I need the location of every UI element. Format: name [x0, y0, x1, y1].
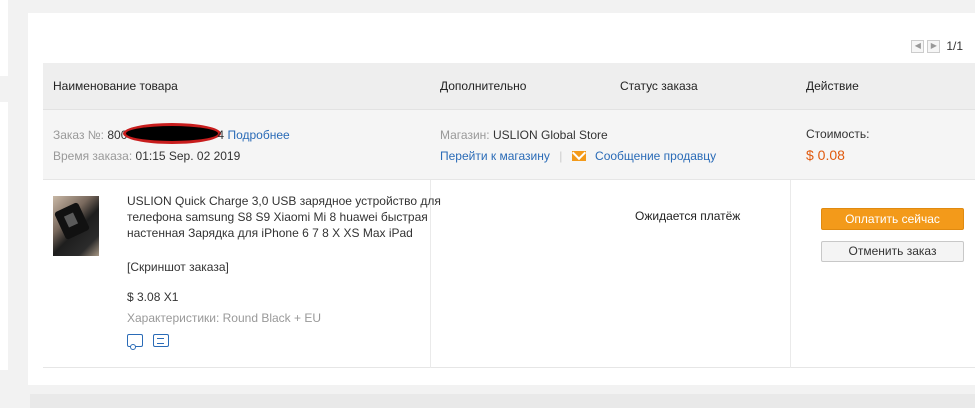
divider: [790, 180, 791, 368]
order-number-label: Заказ №:: [53, 128, 105, 143]
order-details-link[interactable]: Подробнее: [227, 128, 289, 142]
goto-store-link[interactable]: Перейти к магазину: [440, 149, 550, 163]
order-number-suffix: 4: [217, 128, 225, 143]
envelope-icon[interactable]: [571, 150, 586, 161]
order-number-line: Заказ №: 800 4 Подробнее: [53, 123, 290, 144]
left-panel-edge: [0, 0, 8, 76]
header-status: Статус заказа: [620, 79, 698, 93]
order-time-line: Время заказа: 01:15 Sep. 02 2019: [53, 149, 240, 163]
order-header: Заказ №: 800 4 Подробнее Время заказа: 01…: [43, 110, 975, 180]
page-count: 1/1: [946, 39, 963, 53]
bottom-panel-edge: [30, 394, 975, 408]
cancel-order-button[interactable]: Отменить заказ: [821, 241, 964, 262]
chevron-right-icon[interactable]: ▶: [927, 39, 941, 53]
service-icons: [127, 334, 169, 350]
order-time-value: 01:15 Sep. 02 2019: [135, 149, 241, 163]
orders-panel: ◀ ▶ 1/1 Наименование товара Дополнительн…: [28, 13, 975, 385]
store-label: Магазин:: [440, 128, 490, 142]
cost-label: Стоимость:: [806, 127, 870, 141]
header-action: Действие: [806, 79, 859, 93]
order-status: Ожидается платёж: [635, 209, 741, 223]
store-name: USLION Global Store: [492, 128, 608, 142]
truck-icon: [127, 334, 143, 350]
cost-value: $ 0.08: [806, 147, 845, 163]
product-thumbnail[interactable]: [53, 196, 99, 256]
redaction-mark: [123, 123, 222, 144]
order-time-label: Время заказа:: [53, 149, 133, 163]
pay-now-button[interactable]: Оплатить сейчас: [821, 208, 964, 230]
order-snapshot-link[interactable]: [Скриншот заказа]: [127, 260, 229, 274]
pagination: ◀ ▶ 1/1: [911, 39, 963, 53]
header-additional: Дополнительно: [440, 79, 527, 93]
product-title[interactable]: USLION Quick Charge 3,0 USB зарядное уст…: [127, 193, 447, 241]
product-attributes: Характеристики: Round Black + EU: [127, 311, 322, 325]
return-icon: [153, 334, 169, 347]
message-seller-link[interactable]: Сообщение продавцу: [595, 149, 716, 163]
chevron-left-icon[interactable]: ◀: [911, 39, 925, 53]
divider: |: [559, 149, 563, 163]
table-header: Наименование товара Дополнительно Статус…: [43, 63, 975, 110]
left-panel-edge: [0, 102, 8, 370]
header-product: Наименование товара: [53, 79, 178, 93]
store-line: Магазин: USLION Global Store: [440, 128, 608, 142]
order-item-row: USLION Quick Charge 3,0 USB зарядное уст…: [43, 180, 975, 368]
store-links: Перейти к магазину | Сообщение продавцу: [440, 149, 716, 163]
price-quantity: $ 3.08 X1: [127, 290, 179, 304]
